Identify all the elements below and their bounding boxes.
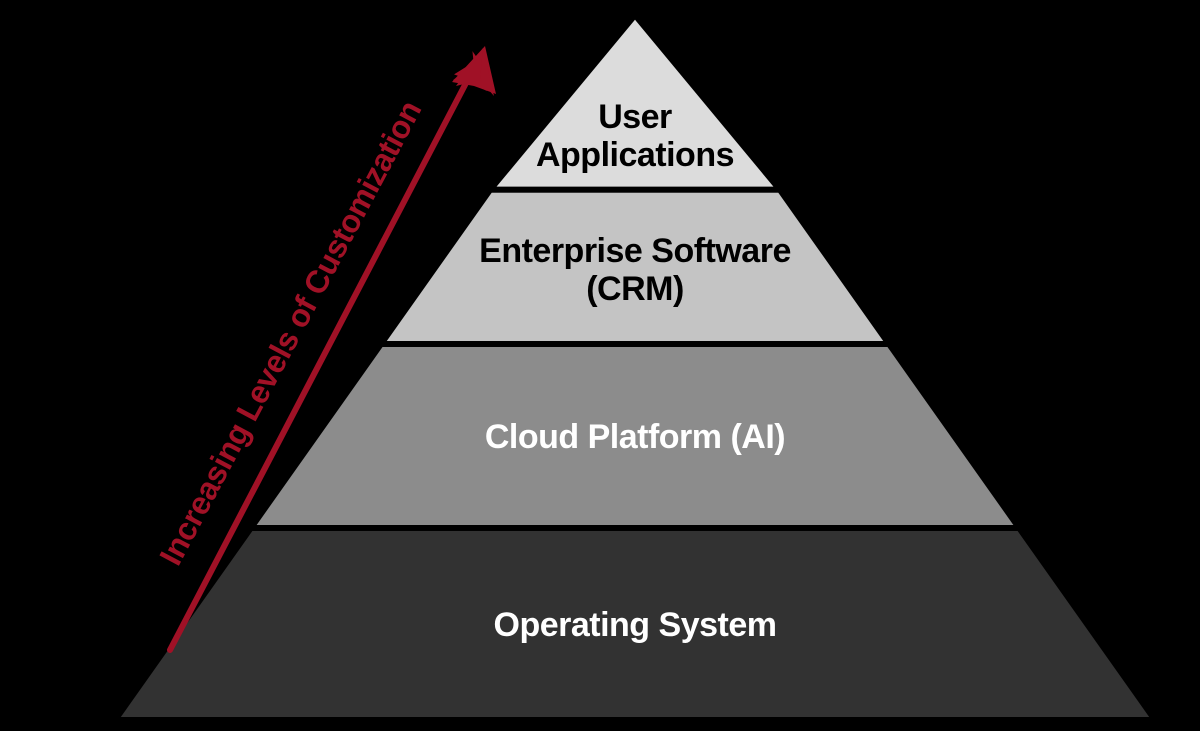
pyramid-level-4-label: Operating System (494, 606, 777, 644)
pyramid-level-1-label-line1: User (598, 98, 672, 136)
pyramid-level-1-label-line2: Applications (536, 136, 734, 174)
pyramid-level-3-label: Cloud Platform (AI) (485, 418, 785, 456)
pyramid-level-2-label-line2: (CRM) (586, 270, 684, 308)
pyramid-level-2-label-line1: Enterprise Software (479, 232, 791, 270)
pyramid-diagram: User Applications Enterprise Software (C… (0, 0, 1200, 731)
